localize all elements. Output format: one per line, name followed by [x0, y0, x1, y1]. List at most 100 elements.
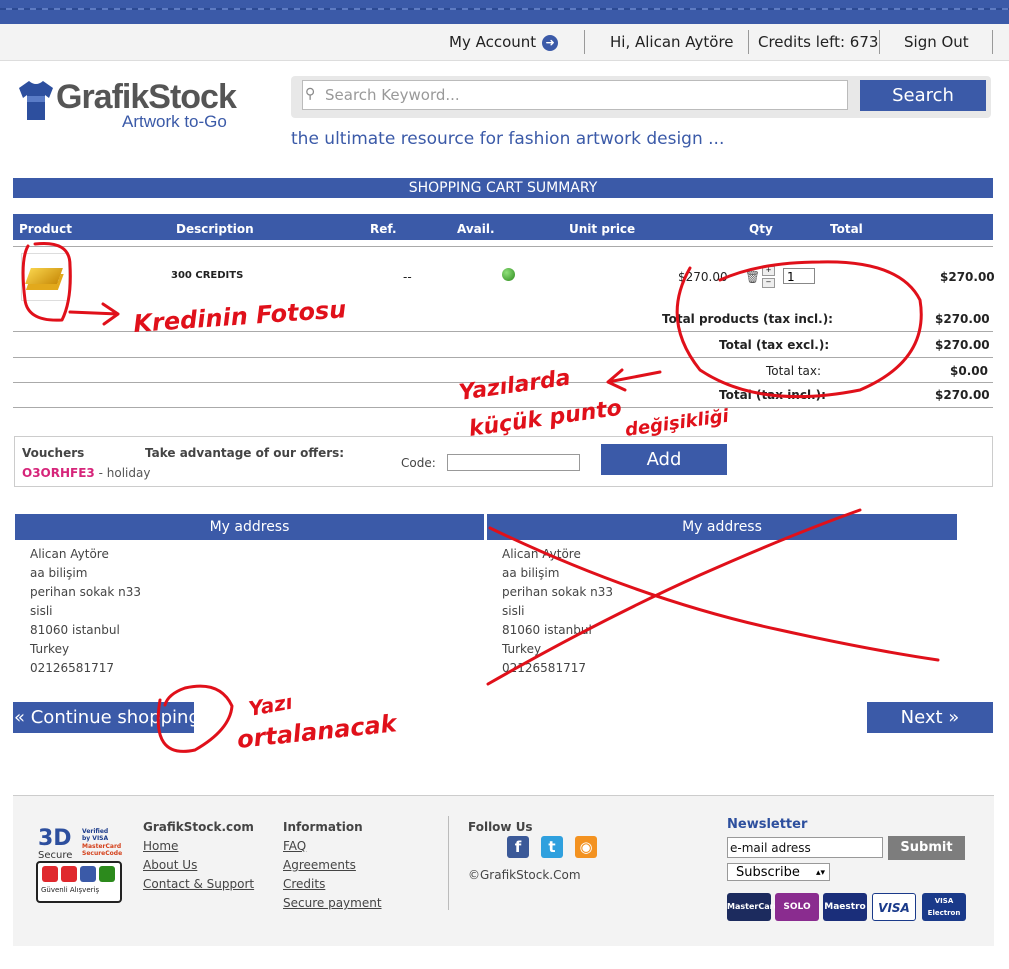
qty-input[interactable]: 1: [783, 268, 815, 284]
footer-link-contact[interactable]: Contact & Support: [143, 877, 254, 891]
invoice-address-title: My address: [487, 514, 957, 540]
address-line: 02126581717: [502, 661, 586, 675]
maestro-icon: Maestro: [823, 893, 867, 921]
top-stripe: [0, 0, 1009, 24]
address-line: 81060 istanbul: [502, 623, 592, 637]
voucher-code[interactable]: O3ORHFE3: [22, 466, 95, 480]
trash-icon[interactable]: 🗑: [745, 270, 760, 284]
address-line: perihan sokak n33: [502, 585, 613, 599]
badge-secure: Secure: [38, 850, 73, 861]
mastercard-icon: MasterCard: [727, 893, 779, 921]
col-avail: Avail.: [457, 222, 495, 236]
facebook-icon[interactable]: f: [507, 836, 529, 858]
col-description: Description: [176, 222, 254, 236]
divider: [13, 331, 993, 332]
total-excl-value: $270.00: [935, 338, 990, 352]
credits-left: Credits left: 673: [758, 33, 879, 51]
total-tax-value: $0.00: [950, 364, 988, 378]
cart-summary-title: SHOPPING CART SUMMARY: [13, 178, 993, 198]
address-line: 81060 istanbul: [30, 623, 120, 637]
footer-link-agreements[interactable]: Agreements: [283, 858, 356, 872]
item-description: 300 CREDITS: [171, 270, 244, 281]
seal-icon: [99, 866, 115, 882]
guvenli-alisveris-badge: Güvenli Alışveriş: [36, 861, 122, 903]
footer-link-about[interactable]: About Us: [143, 858, 197, 872]
guvenli-label: Güvenli Alışveriş: [41, 886, 100, 894]
divider: [748, 30, 749, 54]
visa-icon: VISA: [872, 893, 916, 921]
select-arrows-icon: ▴▾: [815, 868, 825, 878]
address-line: aa bilişim: [30, 566, 88, 580]
address-line: Turkey: [30, 642, 70, 656]
twitter-icon[interactable]: t: [541, 836, 563, 858]
tagline: the ultimate resource for fashion artwor…: [291, 129, 725, 149]
search-button[interactable]: Search: [860, 80, 986, 111]
arrow-right-icon[interactable]: ➜: [542, 34, 559, 51]
divider: [13, 382, 993, 383]
newsletter-email-input[interactable]: e-mail adress: [727, 837, 883, 858]
address-line: perihan sokak n33: [30, 585, 141, 599]
site-title: GrafikStock.com: [143, 820, 254, 834]
my-account-label[interactable]: My Account: [449, 33, 536, 51]
gold-bar-icon: [25, 268, 63, 284]
search-input[interactable]: Search Keyword...: [302, 80, 848, 110]
verified-by-visa-badge: Verified by VISA: [82, 828, 109, 842]
logo-subtitle: Artwork to-Go: [122, 112, 227, 131]
visa-electron-icon: VISA Electron: [922, 893, 966, 921]
annotation-font-note-1: Yazılarda: [457, 366, 572, 406]
total-products-value: $270.00: [935, 312, 990, 326]
sign-out-link[interactable]: Sign Out: [904, 24, 969, 60]
col-ref: Ref.: [370, 222, 397, 236]
divider: [584, 30, 585, 54]
footer-link-faq[interactable]: FAQ: [283, 839, 306, 853]
seal-icon: [61, 866, 77, 882]
qty-increase-button[interactable]: +: [762, 266, 775, 276]
copyright: ©GrafikStock.Com: [468, 868, 581, 882]
col-total: Total: [830, 222, 863, 236]
divider: [13, 357, 993, 358]
address-line: 02126581717: [30, 661, 114, 675]
voucher-code-input[interactable]: [447, 454, 580, 471]
badge-3d: 3D: [38, 826, 72, 851]
qty-decrease-button[interactable]: −: [762, 278, 775, 288]
total-incl-value: $270.00: [935, 388, 990, 402]
total-products-label: Total products (tax incl.):: [662, 312, 833, 326]
availability-dot-icon: [502, 268, 515, 281]
annotation-center-note-1: Yazı: [247, 690, 295, 721]
solo-icon: SOLO: [775, 893, 819, 921]
voucher-desc: - holiday: [98, 466, 151, 480]
address-line: Alican Aytöre: [502, 547, 581, 561]
user-bar: My Account ➜ Hi, Alican Aytöre Credits le…: [0, 24, 1009, 61]
product-thumbnail[interactable]: [21, 253, 69, 301]
col-qty: Qty: [749, 222, 773, 236]
address-line: sisli: [30, 604, 53, 618]
rss-icon[interactable]: ◉: [575, 836, 597, 858]
add-voucher-button[interactable]: Add: [601, 444, 727, 475]
address-line: Alican Aytöre: [30, 547, 109, 561]
delivery-address-block: Alican Aytöre aa bilişim perihan sokak n…: [30, 545, 141, 678]
item-total: $270.00: [940, 270, 995, 284]
footer-link-credits[interactable]: Credits: [283, 877, 325, 891]
greeting-text: Hi, Alican Aytöre: [610, 33, 734, 51]
vouchers-title: Vouchers: [22, 446, 85, 460]
total-tax-label: Total tax:: [766, 364, 822, 378]
newsletter-submit-button[interactable]: Submit: [888, 836, 965, 860]
annotation-center-note-2: ortalanacak: [236, 709, 400, 754]
subscribe-select[interactable]: Subscribe ▴▾: [727, 863, 830, 881]
col-product: Product: [19, 222, 72, 236]
voucher-offer[interactable]: O3ORHFE3 - holiday: [22, 466, 150, 480]
info-title: Information: [283, 820, 363, 834]
footer-link-home[interactable]: Home: [143, 839, 178, 853]
divider: [13, 246, 993, 247]
next-button[interactable]: Next »: [867, 702, 993, 733]
footer-link-secure-payment[interactable]: Secure payment: [283, 896, 382, 910]
offers-label: Take advantage of our offers:: [145, 446, 345, 460]
continue-shopping-button[interactable]: « Continue shopping: [13, 702, 194, 733]
annotation-font-note-2: küçük punto: [467, 396, 623, 442]
tshirt-logo-icon: [19, 81, 53, 120]
divider: [879, 30, 880, 54]
my-account-link[interactable]: My Account ➜: [449, 24, 559, 60]
item-unit-price: $270.00: [678, 270, 728, 284]
address-line: Turkey: [502, 642, 542, 656]
divider: [992, 30, 993, 54]
